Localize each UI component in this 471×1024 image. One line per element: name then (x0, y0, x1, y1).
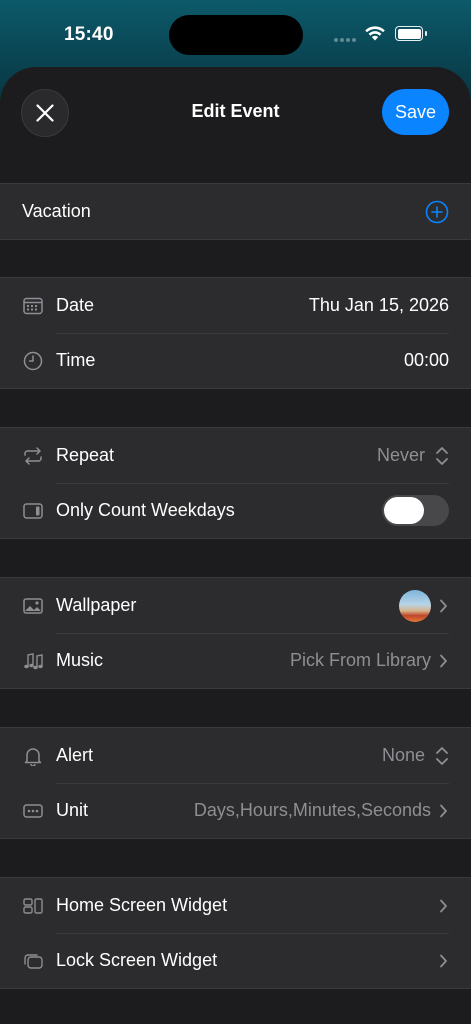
music-note-icon (22, 650, 44, 672)
music-value[interactable]: Pick From Library (290, 650, 431, 671)
calendar-icon (22, 295, 44, 317)
stacked-rectangles-icon (22, 950, 44, 972)
weekdays-label: Only Count Weekdays (56, 500, 235, 520)
weekdays-toggle[interactable] (382, 495, 449, 526)
date-label: Date (56, 295, 95, 315)
dynamic-island (169, 15, 303, 55)
lock-widget-label: Lock Screen Widget (56, 950, 218, 970)
music-label: Music (56, 650, 104, 670)
alert-value[interactable]: None (382, 745, 425, 766)
photo-icon (22, 595, 44, 617)
unit-row[interactable]: Unit Days,Hours,Minutes,Seconds (0, 783, 471, 838)
weekdays-row: Only Count Weekdays (0, 483, 471, 538)
chevron-right-icon (439, 598, 449, 614)
chevron-right-icon (439, 898, 449, 914)
wallpaper-label: Wallpaper (56, 595, 137, 615)
sheet-header: Edit Event Save (0, 67, 471, 157)
battery-icon (395, 26, 423, 41)
alert-row[interactable]: Alert None (0, 728, 471, 783)
bell-icon (22, 745, 44, 767)
date-row[interactable]: Date Thu Jan 15, 2026 (0, 278, 471, 333)
cellular-signal-icon (334, 38, 356, 42)
event-name-field[interactable]: Vacation (22, 201, 425, 222)
repeat-icon (22, 445, 44, 467)
chevron-right-icon (439, 953, 449, 969)
status-bar: 15:40 (0, 0, 471, 70)
widget-grid-icon (22, 895, 44, 917)
chevron-right-icon (439, 803, 449, 819)
alert-label: Alert (56, 745, 94, 765)
chevron-up-down-icon (435, 445, 449, 467)
event-name-row[interactable]: Vacation (0, 184, 471, 239)
edit-event-sheet: Edit Event Save Vacation Date Thu Jan 15… (0, 67, 471, 1024)
chevron-up-down-icon (435, 745, 449, 767)
date-value[interactable]: Thu Jan 15, 2026 (309, 295, 449, 316)
clock-icon (22, 350, 44, 372)
music-row[interactable]: Music Pick From Library (0, 633, 471, 688)
media-group: Wallpaper Music Pick From Library (0, 577, 471, 689)
time-row[interactable]: Time 00:00 (0, 333, 471, 388)
time-value[interactable]: 00:00 (404, 350, 449, 371)
unit-label: Unit (56, 800, 89, 820)
home-widget-label: Home Screen Widget (56, 895, 228, 915)
repeat-group: Repeat Never Only Count Weekdays (0, 427, 471, 539)
time-label: Time (56, 350, 96, 370)
widgets-group: Home Screen Widget Lock Screen Widget (0, 877, 471, 989)
save-button[interactable]: Save (382, 89, 449, 135)
alert-group: Alert None Unit Days,Hours,Minutes,Secon… (0, 727, 471, 839)
sidebar-square-icon (22, 500, 44, 522)
lock-widget-row[interactable]: Lock Screen Widget (0, 933, 471, 988)
repeat-row[interactable]: Repeat Never (0, 428, 471, 483)
status-time: 15:40 (64, 24, 114, 45)
repeat-label: Repeat (56, 445, 115, 465)
chevron-right-icon (439, 653, 449, 669)
date-time-group: Date Thu Jan 15, 2026 Time 00:00 (0, 277, 471, 389)
wifi-icon (365, 26, 385, 41)
home-widget-row[interactable]: Home Screen Widget (0, 878, 471, 933)
wallpaper-row[interactable]: Wallpaper (0, 578, 471, 633)
event-name-group: Vacation (0, 183, 471, 240)
ellipsis-rectangle-icon (22, 800, 44, 822)
add-circle-icon[interactable] (425, 200, 449, 224)
repeat-value[interactable]: Never (377, 445, 425, 466)
wallpaper-thumbnail[interactable] (399, 589, 431, 622)
unit-value[interactable]: Days,Hours,Minutes,Seconds (194, 800, 431, 821)
